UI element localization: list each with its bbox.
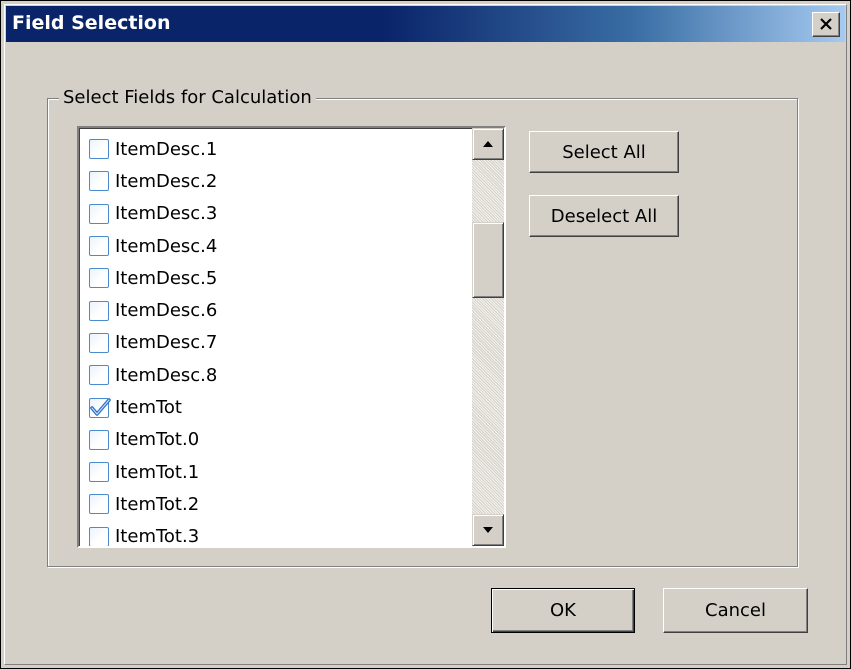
scroll-thumb[interactable] — [472, 222, 504, 298]
field-list-item[interactable]: ItemDesc.2 — [89, 165, 469, 197]
field-selection-dialog: Field Selection Select Fields for Calcul… — [0, 0, 851, 669]
checkbox[interactable] — [89, 236, 109, 257]
field-label: ItemDesc.2 — [115, 170, 218, 192]
checkbox[interactable] — [89, 300, 109, 321]
field-list-item[interactable]: ItemTot.2 — [89, 488, 469, 520]
vertical-scrollbar[interactable] — [472, 128, 504, 546]
close-icon — [820, 18, 832, 30]
checkbox[interactable] — [89, 429, 109, 450]
field-list-item[interactable]: ItemTot.3 — [89, 521, 469, 548]
field-list-item[interactable]: ItemDesc.5 — [89, 262, 469, 294]
title-bar[interactable]: Field Selection — [6, 6, 845, 42]
field-list-item[interactable]: ItemDesc.4 — [89, 230, 469, 262]
checkbox[interactable] — [89, 462, 109, 483]
field-label: ItemTot.1 — [115, 461, 200, 483]
fields-listbox[interactable]: ItemDesc.1 ItemDesc.2 ItemDesc.3 ItemDesc.4… — [77, 126, 506, 548]
checked-checkbox[interactable] — [89, 397, 111, 418]
groupbox-legend: Select Fields for Calculation — [59, 87, 316, 108]
checkbox[interactable] — [89, 171, 109, 192]
checkbox[interactable] — [89, 139, 109, 160]
checkmark-icon — [90, 397, 111, 416]
field-label: ItemDesc.6 — [115, 300, 218, 322]
close-button[interactable] — [812, 12, 840, 37]
deselect-all-button[interactable]: Deselect All — [529, 195, 679, 237]
field-label: ItemTot — [115, 397, 182, 419]
field-label: ItemTot.2 — [115, 493, 200, 515]
field-list-item[interactable]: ItemDesc.8 — [89, 359, 469, 391]
field-list-item[interactable]: ItemDesc.7 — [89, 327, 469, 359]
checkbox[interactable] — [89, 494, 109, 515]
arrow-down-icon — [483, 527, 493, 533]
checkbox[interactable] — [89, 332, 109, 353]
field-label: ItemDesc.3 — [115, 203, 218, 225]
field-label: ItemTot.3 — [115, 526, 200, 548]
field-list-item[interactable]: ItemDesc.1 — [89, 133, 469, 165]
checkbox[interactable] — [89, 365, 109, 386]
cancel-button[interactable]: Cancel — [663, 588, 808, 633]
ok-button[interactable]: OK — [491, 588, 635, 633]
dialog-title: Field Selection — [12, 12, 171, 34]
field-list-item[interactable]: ItemTot — [89, 391, 469, 423]
field-label: ItemDesc.8 — [115, 364, 218, 386]
field-list-item[interactable]: ItemTot.0 — [89, 424, 469, 456]
field-list-item[interactable]: ItemDesc.3 — [89, 198, 469, 230]
field-label: ItemDesc.1 — [115, 138, 218, 160]
scroll-down-button[interactable] — [472, 514, 504, 546]
field-list-item[interactable]: ItemTot.1 — [89, 456, 469, 488]
field-label: ItemDesc.5 — [115, 267, 218, 289]
checkbox[interactable] — [89, 526, 109, 546]
field-list: ItemDesc.1 ItemDesc.2 ItemDesc.3 ItemDesc.4… — [89, 133, 469, 548]
field-label: ItemTot.0 — [115, 429, 200, 451]
field-label: ItemDesc.7 — [115, 332, 218, 354]
arrow-up-icon — [483, 141, 493, 147]
select-all-button[interactable]: Select All — [529, 131, 679, 173]
scroll-up-button[interactable] — [472, 128, 504, 160]
field-label: ItemDesc.4 — [115, 235, 218, 257]
checkbox[interactable] — [89, 203, 109, 224]
field-list-item[interactable]: ItemDesc.6 — [89, 294, 469, 326]
checkbox[interactable] — [89, 268, 109, 289]
